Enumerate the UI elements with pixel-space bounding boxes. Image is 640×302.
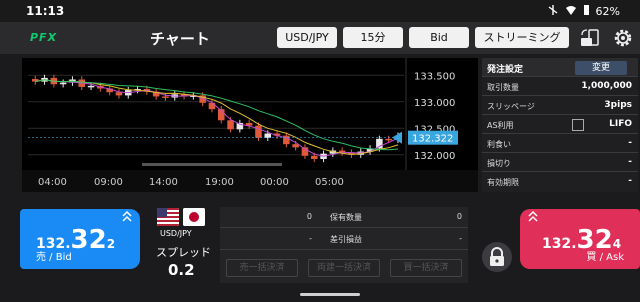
sell-label: 売 / Bid	[36, 252, 72, 263]
y-tick-label: 133.500	[414, 71, 455, 82]
chevron-up-icon	[122, 210, 132, 226]
candle	[255, 125, 262, 138]
candle	[208, 102, 216, 110]
timeframe-button[interactable]: 15分	[343, 27, 403, 48]
position-sell-value: -	[309, 234, 312, 243]
close-all-sell-button[interactable]: 売一括決済	[226, 259, 298, 277]
status-time: 11:13	[26, 4, 65, 18]
y-tick-label: 132.000	[414, 151, 455, 162]
pfx-logo: PFX	[30, 31, 58, 44]
lock-button[interactable]	[482, 242, 512, 272]
candle	[292, 144, 299, 148]
buy-label: 買 / Ask	[586, 252, 624, 263]
battery-icon	[583, 4, 590, 19]
wifi-icon	[565, 4, 577, 19]
lock-icon	[490, 247, 504, 266]
position-buy-value: 0	[456, 212, 462, 221]
setting-value: -	[628, 138, 632, 148]
battery-level: 62%	[595, 5, 620, 18]
japan-flag-icon	[183, 208, 205, 226]
setting-row-as: AS利用 LIFO	[482, 115, 638, 134]
setting-label: 利食い	[487, 140, 511, 149]
setting-value: -	[628, 157, 632, 167]
candle	[376, 138, 383, 149]
price-marker-arrow	[392, 131, 402, 144]
ma-line-long	[35, 79, 399, 151]
x-tick-label: 14:00	[149, 177, 178, 188]
setting-row-slippage: スリッページ 3pips	[482, 96, 638, 115]
position-label: 保有数量	[330, 213, 362, 222]
app-bar: PFX チャート USD/JPY 15分 Bid ストリーミング	[0, 22, 640, 54]
rotate-screen-icon[interactable]	[578, 27, 602, 49]
setting-label: AS利用	[487, 121, 514, 130]
position-row-quantity: 0 保有数量 0	[220, 207, 468, 228]
setting-label: 損切り	[487, 159, 511, 168]
sell-button[interactable]: 132.322 売 / Bid	[20, 209, 140, 269]
spread-label: スプレッド	[156, 246, 211, 259]
x-tick-label: 09:00	[94, 177, 123, 188]
candle	[87, 85, 95, 88]
position-label: 差引損益	[330, 235, 362, 244]
chart-canvas: 133.500133.000132.500132.000132.32204:00…	[22, 58, 478, 192]
close-all-hedge-button[interactable]: 両建一括決済	[308, 259, 380, 277]
setting-label: 有効期限	[487, 178, 519, 187]
y-tick-label: 133.000	[414, 98, 455, 109]
pair-selector-button[interactable]: USD/JPY	[277, 27, 337, 48]
candle	[227, 120, 234, 130]
change-settings-button[interactable]: 変更	[575, 61, 627, 75]
currency-flags	[157, 208, 207, 228]
current-price-label: 132.322	[412, 134, 453, 145]
candle	[115, 92, 123, 96]
x-tick-label: 00:00	[260, 177, 289, 188]
setting-value: 1,000,000	[581, 81, 632, 91]
x-tick-label: 19:00	[205, 177, 234, 188]
position-buy-value: -	[459, 234, 462, 243]
x-tick-label: 04:00	[38, 177, 67, 188]
spread-value: 0.2	[168, 261, 195, 279]
setting-value: LIFO	[609, 119, 632, 129]
us-flag-icon	[157, 208, 179, 226]
mute-icon	[547, 4, 559, 19]
price-chart[interactable]: 133.500 133.000 132.500 132.000 132.322 04:00…	[22, 58, 478, 192]
candle	[162, 96, 169, 98]
candle	[311, 155, 318, 159]
setting-row-stop-loss: 損切り -	[482, 153, 638, 172]
position-row-pnl: - 差引損益 -	[220, 229, 468, 250]
position-summary: 0 保有数量 0 - 差引損益 - 売一括決済 両建一括決済 買一括決済	[220, 207, 468, 283]
as-checkbox[interactable]	[572, 119, 584, 131]
candle	[59, 82, 67, 85]
setting-label: 取引数量	[487, 83, 519, 92]
page-title: チャート	[150, 30, 210, 48]
pair-label: USD/JPY	[160, 229, 192, 238]
order-settings-header: 発注設定 変更	[482, 58, 638, 77]
trade-panel: 132.322 売 / Bid USD/JPY スプレッド 0.2 0 保有数量…	[0, 196, 640, 302]
gear-icon[interactable]	[612, 27, 636, 49]
setting-row-take-profit: 利食い -	[482, 134, 638, 153]
candle	[264, 133, 272, 138]
buy-button[interactable]: 132.324 買 / Ask	[520, 209, 640, 269]
order-settings-title: 発注設定	[487, 65, 524, 75]
streaming-button[interactable]: ストリーミング	[475, 27, 569, 48]
home-indicator[interactable]	[300, 293, 360, 296]
setting-value: -	[628, 176, 632, 186]
x-tick-label: 05:00	[315, 177, 344, 188]
setting-row-quantity: 取引数量 1,000,000	[482, 77, 638, 96]
chevron-up-icon	[528, 210, 538, 226]
position-sell-value: 0	[306, 212, 312, 221]
setting-row-expiry: 有効期限 -	[482, 172, 638, 191]
status-icons: 62%	[547, 4, 620, 19]
status-bar: 11:13 62%	[0, 0, 640, 22]
bid-ask-button[interactable]: Bid	[409, 27, 469, 48]
ma-line-short	[35, 79, 399, 157]
candle	[385, 138, 392, 141]
chart-scrollbar	[142, 163, 282, 166]
close-all-buy-button[interactable]: 買一括決済	[390, 259, 462, 277]
order-settings-panel: 発注設定 変更 取引数量 1,000,000 スリッページ 3pips AS利用…	[482, 58, 638, 192]
setting-value: 3pips	[604, 100, 632, 110]
app-screen: 11:13 62% PFX チャート USD/JPY 15分 Bid ストリーミ…	[0, 0, 640, 302]
x-axis-band	[22, 170, 478, 192]
setting-label: スリッページ	[487, 102, 535, 111]
